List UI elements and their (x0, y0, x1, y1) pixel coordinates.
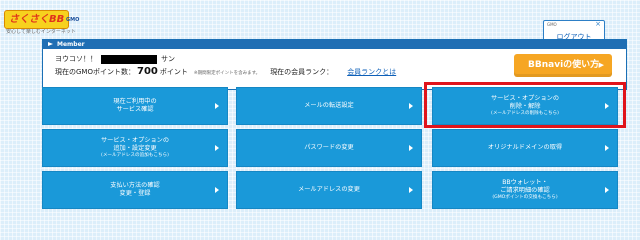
highlight-frame (424, 82, 626, 128)
tile-payment-method[interactable]: 支払い方法の確認 変更・登録 (42, 171, 228, 209)
bbnavi-guide-label: BBnaviの使い方 (528, 60, 600, 70)
bbnavi-guide-button[interactable]: BBnaviの使い方 ▶ (514, 54, 612, 77)
chevron-right-icon (409, 187, 413, 193)
chevron-right-icon (409, 145, 413, 151)
chevron-right-icon (215, 145, 219, 151)
greeting-prefix: ヨウコソ！！ (55, 55, 97, 63)
rank-label: 現在の会員ランク： (270, 68, 334, 76)
tile-mail-forwarding[interactable]: メールの転送設定 (236, 87, 422, 125)
tile-label: 現在ご利用中の (113, 97, 157, 105)
greeting-suffix: サン (161, 55, 175, 63)
chevron-right-icon (215, 103, 219, 109)
tile-change-email[interactable]: メールアドレスの変更 (236, 171, 422, 209)
points-row: 現在のGMOポイント数： 700 ポイント ※期間限定ポイントを含みます。 現在の会員ラ… (55, 66, 396, 77)
site-logo[interactable]: さくさくBB GMO 安心して楽しむインターネット (4, 10, 88, 35)
tile-change-password[interactable]: パスワードの変更 (236, 129, 422, 167)
rank-info-link[interactable]: 会員ランクとは (347, 68, 396, 76)
close-icon[interactable]: × (595, 20, 601, 28)
tile-label: 追加・設定変更 (113, 144, 157, 152)
tile-label: パスワードの変更 (304, 143, 354, 151)
tile-label: 支払い方法の確認 (110, 181, 160, 189)
logo-brand: GMO (66, 17, 80, 23)
tile-note: (メールアドレスの追加もこちら) (101, 153, 169, 159)
tile-current-services[interactable]: 現在ご利用中の サービス確認 (42, 87, 228, 125)
logo-tagline: 安心して楽しむインターネット (6, 29, 76, 35)
tile-label: ご請求明細の確認 (500, 186, 550, 194)
tile-label: メールの転送設定 (304, 101, 354, 109)
chevron-right-icon (409, 103, 413, 109)
chevron-right-icon (215, 187, 219, 193)
member-panel-header: Member (43, 40, 626, 49)
greeting: ヨウコソ！！ サン (55, 54, 175, 64)
tile-label: サービス・オプションの (100, 136, 170, 144)
points-label: 現在のGMOポイント数： (55, 68, 135, 76)
tile-label: サービス確認 (116, 106, 154, 113)
logo-wordmark: さくさくBB (4, 10, 70, 29)
tile-label: 変更・登録 (119, 190, 151, 197)
tile-label: メールアドレスの変更 (298, 185, 360, 193)
redacted-user-name (101, 54, 157, 64)
points-unit: ポイント (159, 68, 188, 76)
chevron-right-icon (605, 187, 609, 193)
tile-bb-wallet[interactable]: BBウォレット・ ご請求明細の確認 (GMOポイントの交換もこちら) (432, 171, 618, 209)
logout-panel-tag: GMO (547, 22, 557, 27)
points-value: 700 (136, 66, 158, 77)
points-note: ※期間限定ポイントを含みます。 (193, 71, 261, 76)
tile-label: BBウォレット・ (502, 178, 548, 186)
chevron-right-icon: ▶ (598, 61, 604, 69)
tile-label: オリジナルドメインの取得 (487, 143, 563, 151)
tile-original-domain[interactable]: オリジナルドメインの取得 (432, 129, 618, 167)
tile-add-services[interactable]: サービス・オプションの 追加・設定変更 (メールアドレスの追加もこちら) (42, 129, 228, 167)
tile-note: (GMOポイントの交換もこちら) (492, 195, 558, 201)
chevron-right-icon (605, 145, 609, 151)
